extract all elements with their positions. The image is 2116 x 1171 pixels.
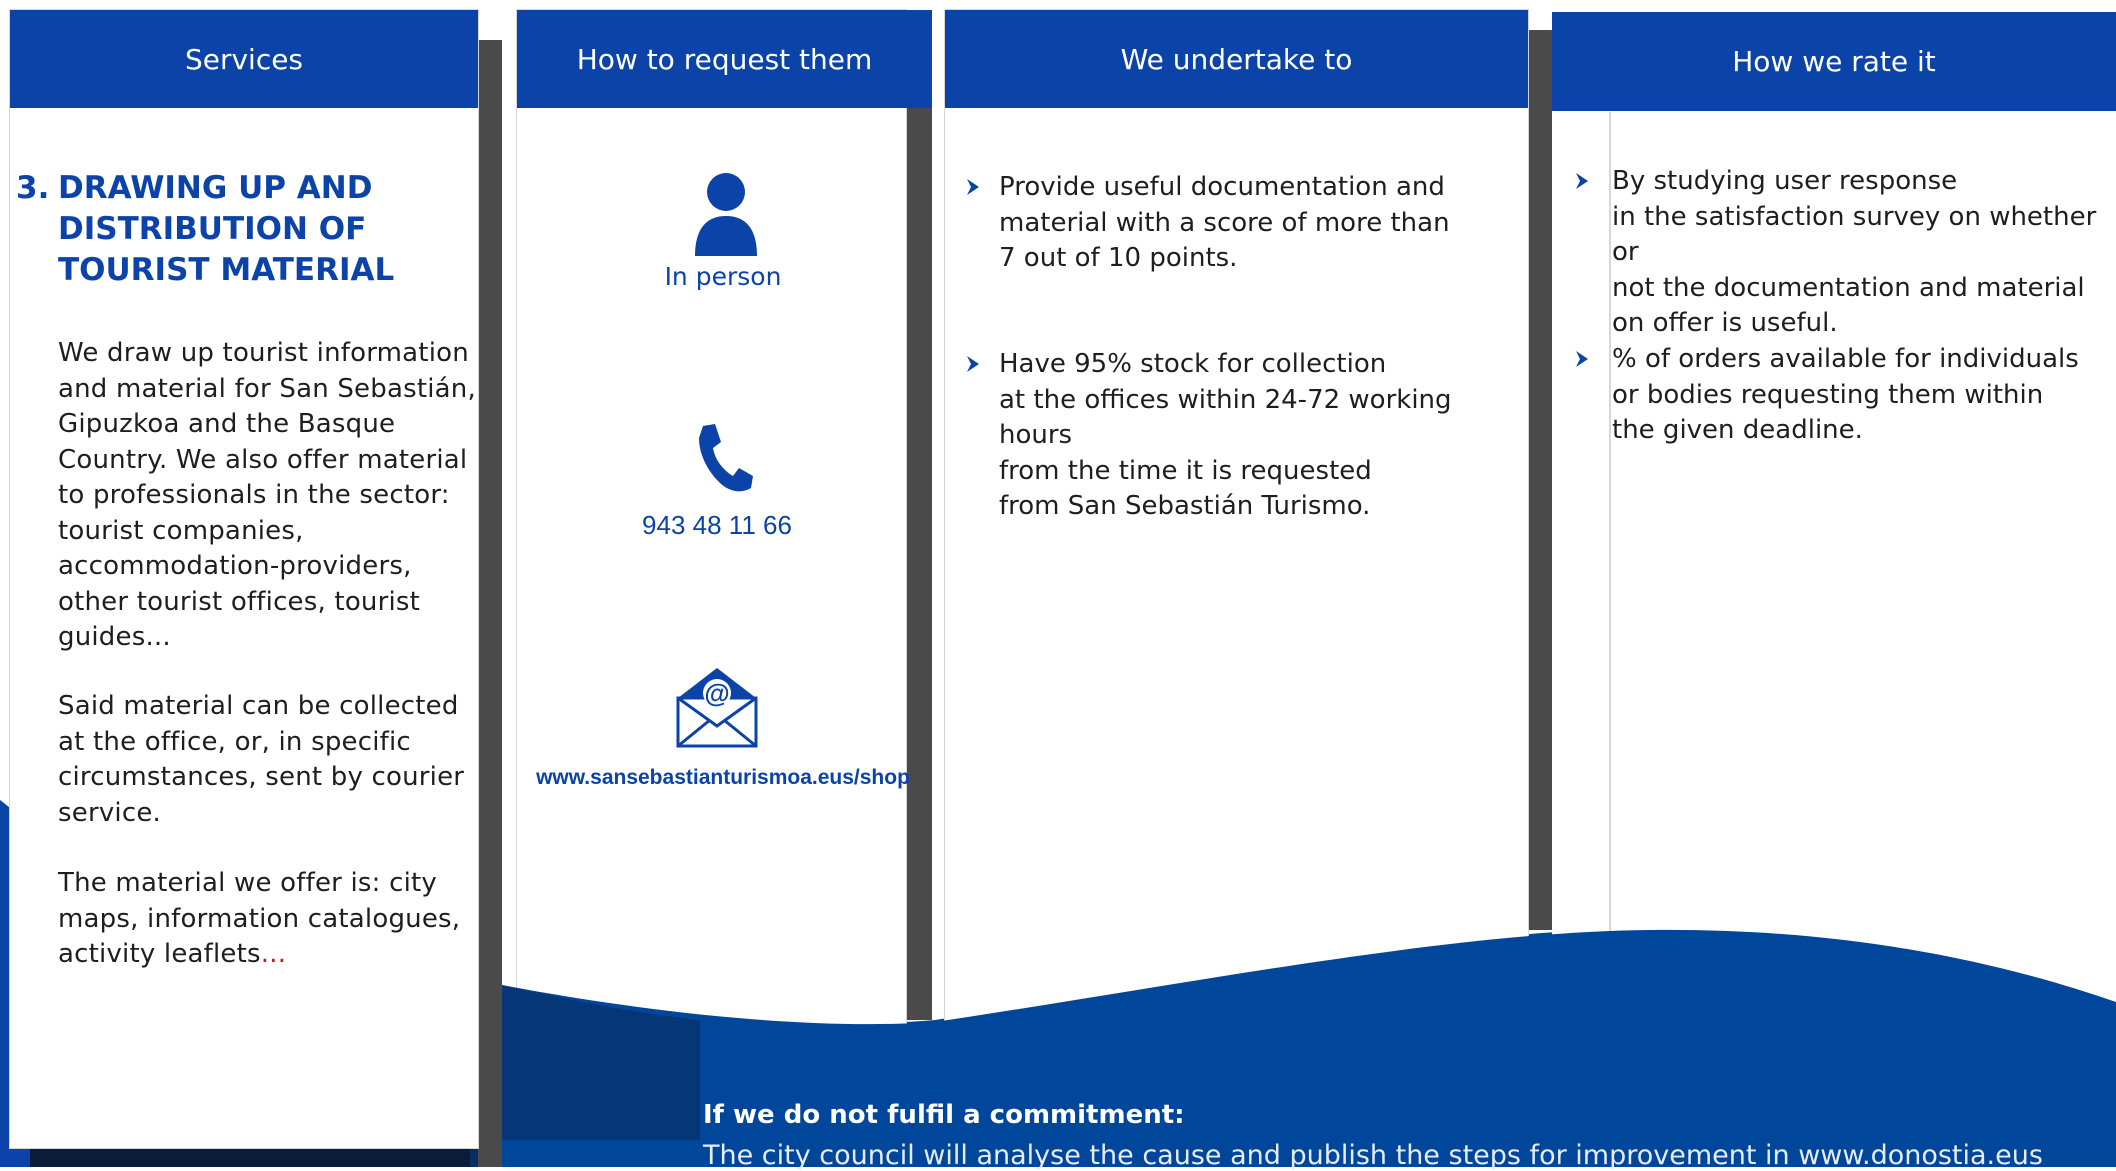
footer-commitment-text: The city council will analyse the cause … bbox=[703, 1140, 2043, 1171]
footer-commitment-label: If we do not fulfil a commitment: bbox=[703, 1100, 1185, 1130]
wave-overlay bbox=[502, 929, 2116, 1167]
